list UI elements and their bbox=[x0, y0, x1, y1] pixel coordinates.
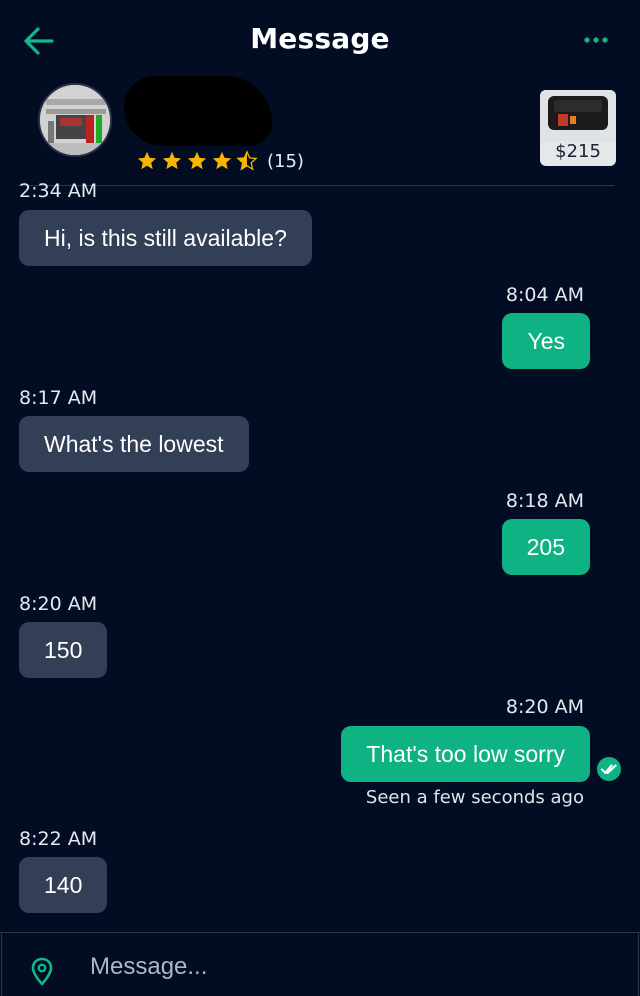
page-title: Message bbox=[250, 22, 390, 55]
outgoing-message-bubble[interactable]: 205 bbox=[501, 519, 590, 575]
seller-rating[interactable]: (15) bbox=[136, 150, 304, 172]
incoming-message-bubble[interactable]: What's the lowest bbox=[19, 416, 249, 472]
location-button[interactable] bbox=[30, 957, 54, 987]
message-timestamp: 8:22 AM bbox=[19, 828, 98, 850]
message-composer bbox=[0, 932, 640, 996]
message-timestamp: 8:20 AM bbox=[505, 696, 584, 718]
location-pin-icon bbox=[31, 957, 53, 986]
outgoing-message-bubble[interactable]: Yes bbox=[502, 313, 590, 369]
seller-header: (15) $215 bbox=[0, 76, 640, 188]
message-timestamp: 8:17 AM bbox=[19, 387, 98, 409]
rating-count: (15) bbox=[267, 150, 304, 172]
message-timestamp: 2:34 AM bbox=[19, 180, 98, 202]
more-horizontal-icon bbox=[584, 37, 608, 43]
star-half-icon bbox=[236, 150, 258, 171]
item-photo bbox=[540, 90, 616, 142]
more-options-button[interactable] bbox=[580, 30, 612, 50]
item-price: $215 bbox=[555, 141, 601, 162]
message-input[interactable] bbox=[90, 947, 610, 987]
outgoing-message-bubble[interactable]: That's too low sorry bbox=[341, 726, 590, 782]
double-check-seen-icon bbox=[597, 757, 621, 781]
listing-thumbnail[interactable]: $215 bbox=[540, 90, 616, 166]
composer-box bbox=[1, 933, 639, 996]
message-list[interactable]: 2:34 AM Hi, is this still available? 8:0… bbox=[0, 180, 640, 932]
star-full-icon bbox=[137, 151, 157, 170]
avatar-photo bbox=[40, 85, 110, 155]
message-timestamp: 8:18 AM bbox=[505, 490, 584, 512]
star-full-icon bbox=[162, 151, 182, 170]
message-timestamp: 8:20 AM bbox=[19, 593, 98, 615]
redacted-seller-name bbox=[124, 76, 272, 146]
incoming-message-bubble[interactable]: Hi, is this still available? bbox=[19, 210, 312, 266]
header: Message bbox=[0, 0, 640, 80]
incoming-message-bubble[interactable]: 150 bbox=[19, 622, 108, 678]
incoming-message-bubble[interactable]: 140 bbox=[19, 857, 108, 913]
message-timestamp: 8:04 AM bbox=[505, 284, 584, 306]
seen-status: Seen a few seconds ago bbox=[365, 787, 584, 808]
star-full-icon bbox=[212, 151, 232, 170]
seller-avatar[interactable] bbox=[38, 83, 112, 157]
star-full-icon bbox=[187, 151, 207, 170]
